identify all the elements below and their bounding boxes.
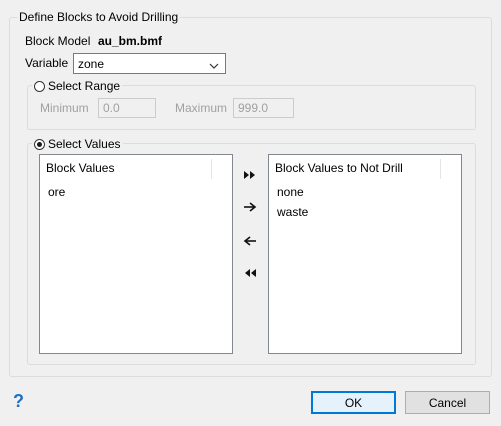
- block-values-list[interactable]: Block Values ore: [39, 154, 233, 354]
- cancel-button[interactable]: Cancel: [405, 391, 490, 414]
- variable-dropdown[interactable]: zone: [73, 53, 226, 74]
- arrow-left-icon: [243, 236, 256, 246]
- help-icon[interactable]: ?: [13, 391, 24, 412]
- ok-button-label: OK: [344, 395, 363, 410]
- list-item[interactable]: ore: [48, 185, 65, 199]
- select-values-radio[interactable]: Select Values: [32, 137, 123, 151]
- move-left-button[interactable]: [240, 233, 260, 249]
- block-model-value: au_bm.bmf: [98, 34, 163, 48]
- arrow-right-icon: [244, 202, 257, 212]
- move-all-left-button[interactable]: [240, 265, 260, 281]
- block-model-label: Block Model: [25, 34, 91, 48]
- maximum-input[interactable]: 999.0: [233, 98, 294, 118]
- block-values-not-drill-list-header: Block Values to Not Drill: [269, 155, 461, 181]
- maximum-label: Maximum: [175, 101, 228, 115]
- select-range-radio-circle: [34, 80, 45, 92]
- select-values-label: Select Values: [48, 137, 121, 151]
- variable-dropdown-value: zone: [78, 57, 105, 71]
- select-values-radio-circle: [34, 138, 45, 150]
- chevron-down-icon: [209, 59, 219, 73]
- define-blocks-group-title: Define Blocks to Avoid Drilling: [17, 10, 181, 24]
- block-values-list-header: Block Values: [40, 155, 232, 181]
- list-item[interactable]: none: [277, 185, 304, 199]
- minimum-label: Minimum: [40, 101, 89, 115]
- block-values-header-text: Block Values: [46, 161, 115, 175]
- ok-button[interactable]: OK: [311, 391, 396, 414]
- select-range-radio[interactable]: Select Range: [32, 79, 123, 93]
- minimum-input[interactable]: 0.0: [98, 98, 156, 118]
- list-item[interactable]: waste: [277, 205, 308, 219]
- block-values-not-drill-header-text: Block Values to Not Drill: [275, 161, 403, 175]
- header-separator: [211, 159, 212, 179]
- double-arrow-left-icon: [245, 269, 256, 277]
- cancel-button-label: Cancel: [428, 395, 467, 410]
- block-values-not-drill-list[interactable]: Block Values to Not Drill none waste: [268, 154, 462, 354]
- variable-label: Variable: [25, 56, 69, 70]
- select-range-label: Select Range: [48, 79, 121, 93]
- header-separator: [440, 159, 441, 179]
- move-right-button[interactable]: [240, 199, 260, 215]
- double-arrow-right-icon: [244, 171, 255, 179]
- move-all-right-button[interactable]: [240, 167, 260, 183]
